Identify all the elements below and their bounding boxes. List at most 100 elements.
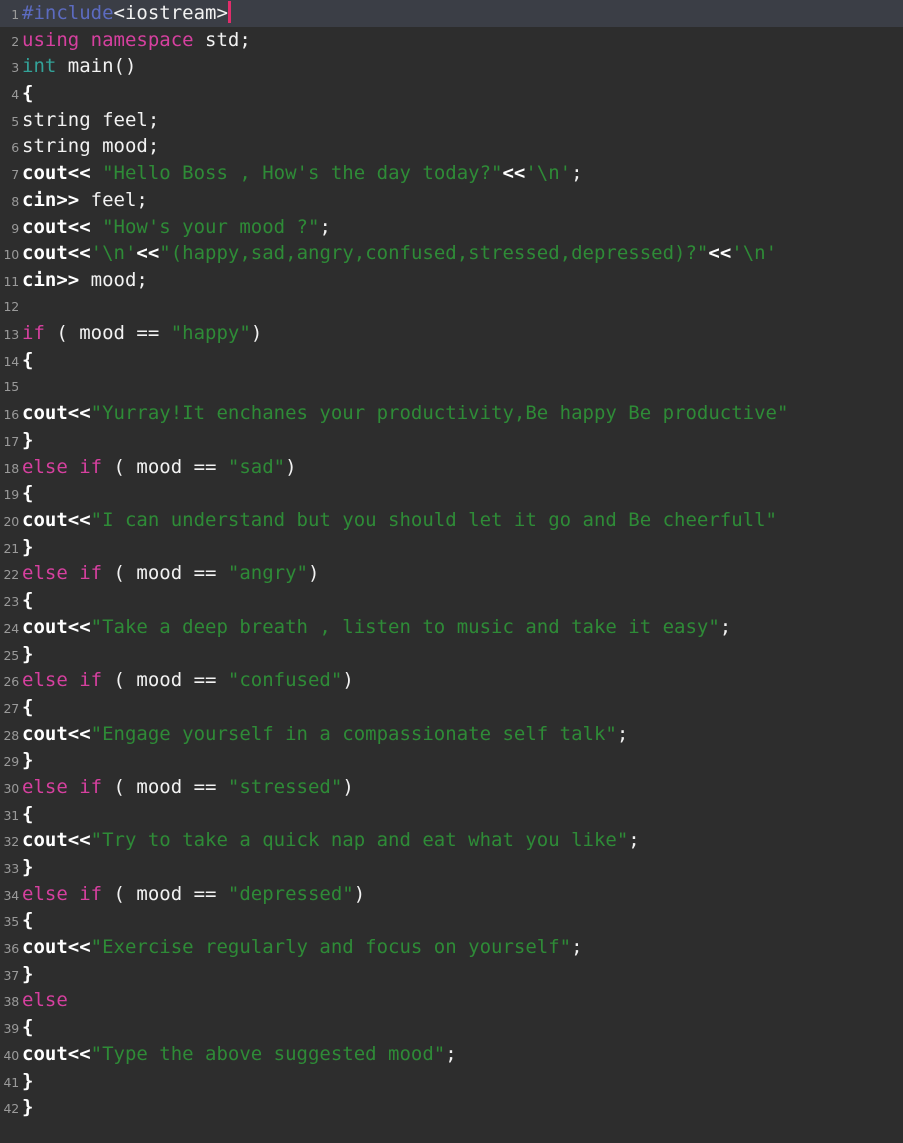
token-plain: ( mood == xyxy=(102,775,228,798)
line-source[interactable]: { xyxy=(22,347,903,374)
line-source[interactable]: else if ( mood == "angry") xyxy=(22,560,903,587)
line-source[interactable]: } xyxy=(22,534,903,561)
line-source[interactable]: cout<<"Exercise regularly and focus on y… xyxy=(22,934,903,961)
line-source[interactable]: { xyxy=(22,480,903,507)
code-line[interactable]: 21} xyxy=(0,534,903,561)
line-source[interactable]: cout<< "How's your mood ?"; xyxy=(22,214,903,241)
line-number: 2 xyxy=(11,33,19,49)
line-source[interactable]: string mood; xyxy=(22,133,903,160)
code-line[interactable]: 39{ xyxy=(0,1014,903,1041)
token-bold: cout<< xyxy=(22,615,91,638)
line-source[interactable]: cin>> mood; xyxy=(22,267,903,294)
code-line[interactable]: 12 xyxy=(0,294,903,321)
code-line[interactable]: 10 cout<<'\n'<<"(happy,sad,angry,confused… xyxy=(0,240,903,267)
line-source[interactable]: cout<<"Yurray!It enchanes your productiv… xyxy=(22,400,903,427)
code-line[interactable]: 8 cin>> feel; xyxy=(0,187,903,214)
line-source[interactable]: string feel; xyxy=(22,107,903,134)
line-source[interactable]: } xyxy=(22,641,903,668)
line-number: 24 xyxy=(3,620,19,636)
code-line[interactable]: 40 cout<<"Type the above suggested mood"; xyxy=(0,1041,903,1068)
line-source[interactable]: cout<<'\n'<<"(happy,sad,angry,confused,s… xyxy=(22,240,903,267)
line-source[interactable]: { xyxy=(22,694,903,721)
code-line[interactable]: 42} xyxy=(0,1094,903,1121)
code-line[interactable]: 17} xyxy=(0,427,903,454)
code-line[interactable]: 34 else if ( mood == "depressed") xyxy=(0,881,903,908)
code-line[interactable]: 37} xyxy=(0,961,903,988)
token-bold: cout<< xyxy=(22,936,91,959)
code-line[interactable]: 22 else if ( mood == "angry") xyxy=(0,560,903,587)
line-source[interactable]: #include<iostream> xyxy=(22,0,903,27)
code-line[interactable]: 23{ xyxy=(0,587,903,614)
line-source[interactable]: else if ( mood == "stressed") xyxy=(22,774,903,801)
code-line[interactable]: 29} xyxy=(0,747,903,774)
code-line[interactable]: 33} xyxy=(0,854,903,881)
code-line[interactable]: 25} xyxy=(0,641,903,668)
line-source[interactable]: int main() xyxy=(22,53,903,80)
line-source[interactable]: } xyxy=(22,854,903,881)
code-line[interactable]: 30 else if ( mood == "stressed") xyxy=(0,774,903,801)
code-line[interactable]: 6 string mood; xyxy=(0,133,903,160)
line-source[interactable]: else if ( mood == "depressed") xyxy=(22,881,903,908)
code-line[interactable]: 11 cin>> mood; xyxy=(0,267,903,294)
token-bold: } xyxy=(22,535,34,558)
line-source[interactable]: } xyxy=(22,1094,903,1121)
code-line[interactable]: 24 cout<<"Take a deep breath , listen to … xyxy=(0,614,903,641)
line-source[interactable]: { xyxy=(22,1014,903,1041)
code-line[interactable]: 15 xyxy=(0,374,903,401)
token-str: "angry" xyxy=(227,562,308,585)
token-str: "Hello Boss , How's the day today?" xyxy=(102,162,503,185)
line-source[interactable]: } xyxy=(22,961,903,988)
line-source[interactable]: } xyxy=(22,1068,903,1095)
line-source[interactable]: { xyxy=(22,80,903,107)
line-source[interactable]: cout<<"Type the above suggested mood"; xyxy=(22,1041,903,1068)
line-number: 16 xyxy=(3,407,19,423)
line-source[interactable]: } xyxy=(22,747,903,774)
line-source[interactable]: { xyxy=(22,587,903,614)
code-line[interactable]: 32 cout<<"Try to take a quick nap and eat… xyxy=(0,827,903,854)
code-line[interactable]: 28 cout<<"Engage yourself in a compassion… xyxy=(0,721,903,748)
code-line[interactable]: 9 cout<< "How's your mood ?"; xyxy=(0,214,903,241)
code-line[interactable]: 41} xyxy=(0,1068,903,1095)
token-plain: ; xyxy=(571,936,583,959)
line-source[interactable]: cout<<"Engage yourself in a compassionat… xyxy=(22,721,903,748)
line-source[interactable]: else if ( mood == "sad") xyxy=(22,454,903,481)
line-number: 5 xyxy=(11,113,19,129)
line-source[interactable]: else xyxy=(22,987,903,1014)
code-line[interactable]: 14{ xyxy=(0,347,903,374)
token-str: "Engage yourself in a compassionate self… xyxy=(90,722,617,745)
token-kw: if xyxy=(22,322,45,345)
code-line[interactable]: 36 cout<<"Exercise regularly and focus on… xyxy=(0,934,903,961)
code-line[interactable]: 2 using namespace std; xyxy=(0,27,903,54)
code-line[interactable]: 16 cout<<"Yurray!It enchanes your product… xyxy=(0,400,903,427)
code-line[interactable]: 35{ xyxy=(0,907,903,934)
line-source[interactable]: cout<<"Try to take a quick nap and eat w… xyxy=(22,827,903,854)
code-line[interactable]: 7 cout<< "Hello Boss , How's the day toda… xyxy=(0,160,903,187)
line-source[interactable]: cin>> feel; xyxy=(22,187,903,214)
line-source[interactable]: cout<<"Take a deep breath , listen to mu… xyxy=(22,614,903,641)
line-source[interactable]: { xyxy=(22,801,903,828)
code-line[interactable]: 18 else if ( mood == "sad") xyxy=(0,454,903,481)
code-area[interactable]: 1 #include<iostream> 2 using namespace std;… xyxy=(0,0,903,1121)
code-line[interactable]: 4{ xyxy=(0,80,903,107)
code-line[interactable]: 3 int main() xyxy=(0,53,903,80)
line-source[interactable]: cout<<"I can understand but you should l… xyxy=(22,507,903,534)
line-source[interactable]: using namespace std; xyxy=(22,27,903,54)
code-line[interactable]: 19{ xyxy=(0,480,903,507)
code-line[interactable]: 1 #include<iostream> xyxy=(0,0,903,27)
code-line[interactable]: 26 else if ( mood == "confused") xyxy=(0,667,903,694)
line-number: 3 xyxy=(11,60,19,76)
token-bold: cout<< xyxy=(22,402,91,425)
line-source[interactable]: } xyxy=(22,427,903,454)
code-line[interactable]: 13 if ( mood == "happy") xyxy=(0,320,903,347)
line-source[interactable]: { xyxy=(22,907,903,934)
code-line[interactable]: 31{ xyxy=(0,801,903,828)
code-line[interactable]: 5 string feel; xyxy=(0,107,903,134)
code-editor[interactable]: 1 #include<iostream> 2 using namespace std;… xyxy=(0,0,903,1143)
line-source[interactable]: if ( mood == "happy") xyxy=(22,320,903,347)
line-source[interactable]: else if ( mood == "confused") xyxy=(22,667,903,694)
code-line[interactable]: 38 else xyxy=(0,987,903,1014)
code-line[interactable]: 27{ xyxy=(0,694,903,721)
token-str: "confused" xyxy=(227,669,343,692)
line-source[interactable]: cout<< "Hello Boss , How's the day today… xyxy=(22,160,903,187)
code-line[interactable]: 20 cout<<"I can understand but you should… xyxy=(0,507,903,534)
